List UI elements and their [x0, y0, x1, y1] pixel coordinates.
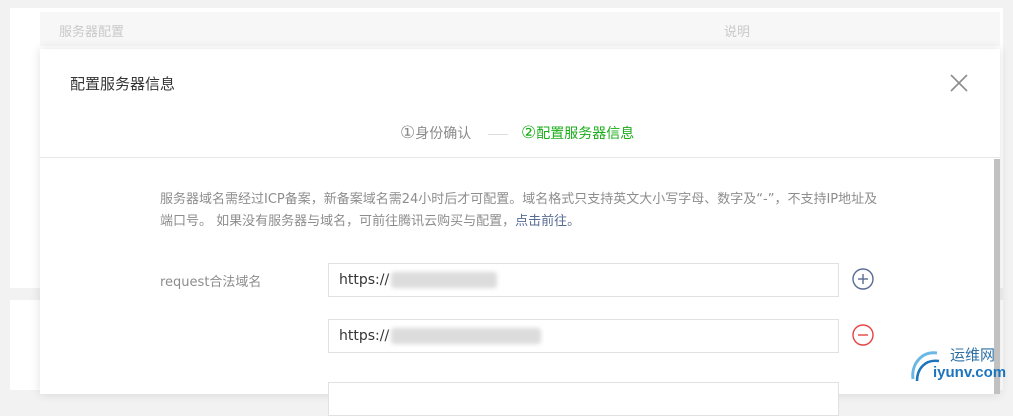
step-config-server: ②配置服务器信息 — [521, 123, 634, 143]
background-col-config: 服务器配置 — [59, 25, 125, 40]
plus-circle-icon[interactable] — [852, 268, 874, 290]
step-identity-confirm: ①身份确认 — [400, 123, 471, 143]
watermark-cn: 运维网 — [950, 346, 996, 364]
step-connector — [488, 134, 508, 135]
config-server-dialog: 配置服务器信息 ①身份确认 ②配置服务器信息 服务器域名需经过ICP备案，新备案… — [40, 49, 1000, 416]
step-2-label: 配置服务器信息 — [536, 126, 635, 142]
step-1-number: ① — [400, 123, 416, 143]
redacted-domain-1 — [391, 272, 497, 288]
redacted-domain-2 — [391, 328, 541, 344]
input-2-value: https:// — [339, 328, 390, 344]
step-1-label: 身份确认 — [415, 126, 472, 142]
background-col-desc: 说明 — [724, 25, 751, 40]
domain-notice: 服务器域名需经过ICP备案，新备案域名需24小时后才可配置。域名格式只支持英文大… — [160, 189, 880, 233]
minus-circle-icon[interactable] — [852, 324, 874, 346]
watermark-logo: 运维网 iyunv.com — [905, 343, 1013, 390]
step-indicator: ①身份确认 ②配置服务器信息 — [40, 119, 1000, 145]
request-domain-input-1[interactable]: https:// — [328, 263, 839, 297]
request-domain-input-2[interactable]: https:// — [328, 319, 839, 353]
header-divider — [40, 157, 1000, 158]
step-2-number: ② — [521, 123, 537, 143]
dialog-title: 配置服务器信息 — [70, 75, 176, 93]
close-icon[interactable] — [947, 71, 971, 95]
background-table-header — [40, 12, 1000, 46]
go-link[interactable]: 点击前往。 — [515, 214, 580, 229]
watermark-en: iyunv.com — [933, 364, 1007, 381]
request-domain-label: request合法域名 — [160, 275, 262, 290]
input-1-value: https:// — [339, 272, 390, 288]
request-domain-input-3[interactable] — [328, 382, 839, 416]
